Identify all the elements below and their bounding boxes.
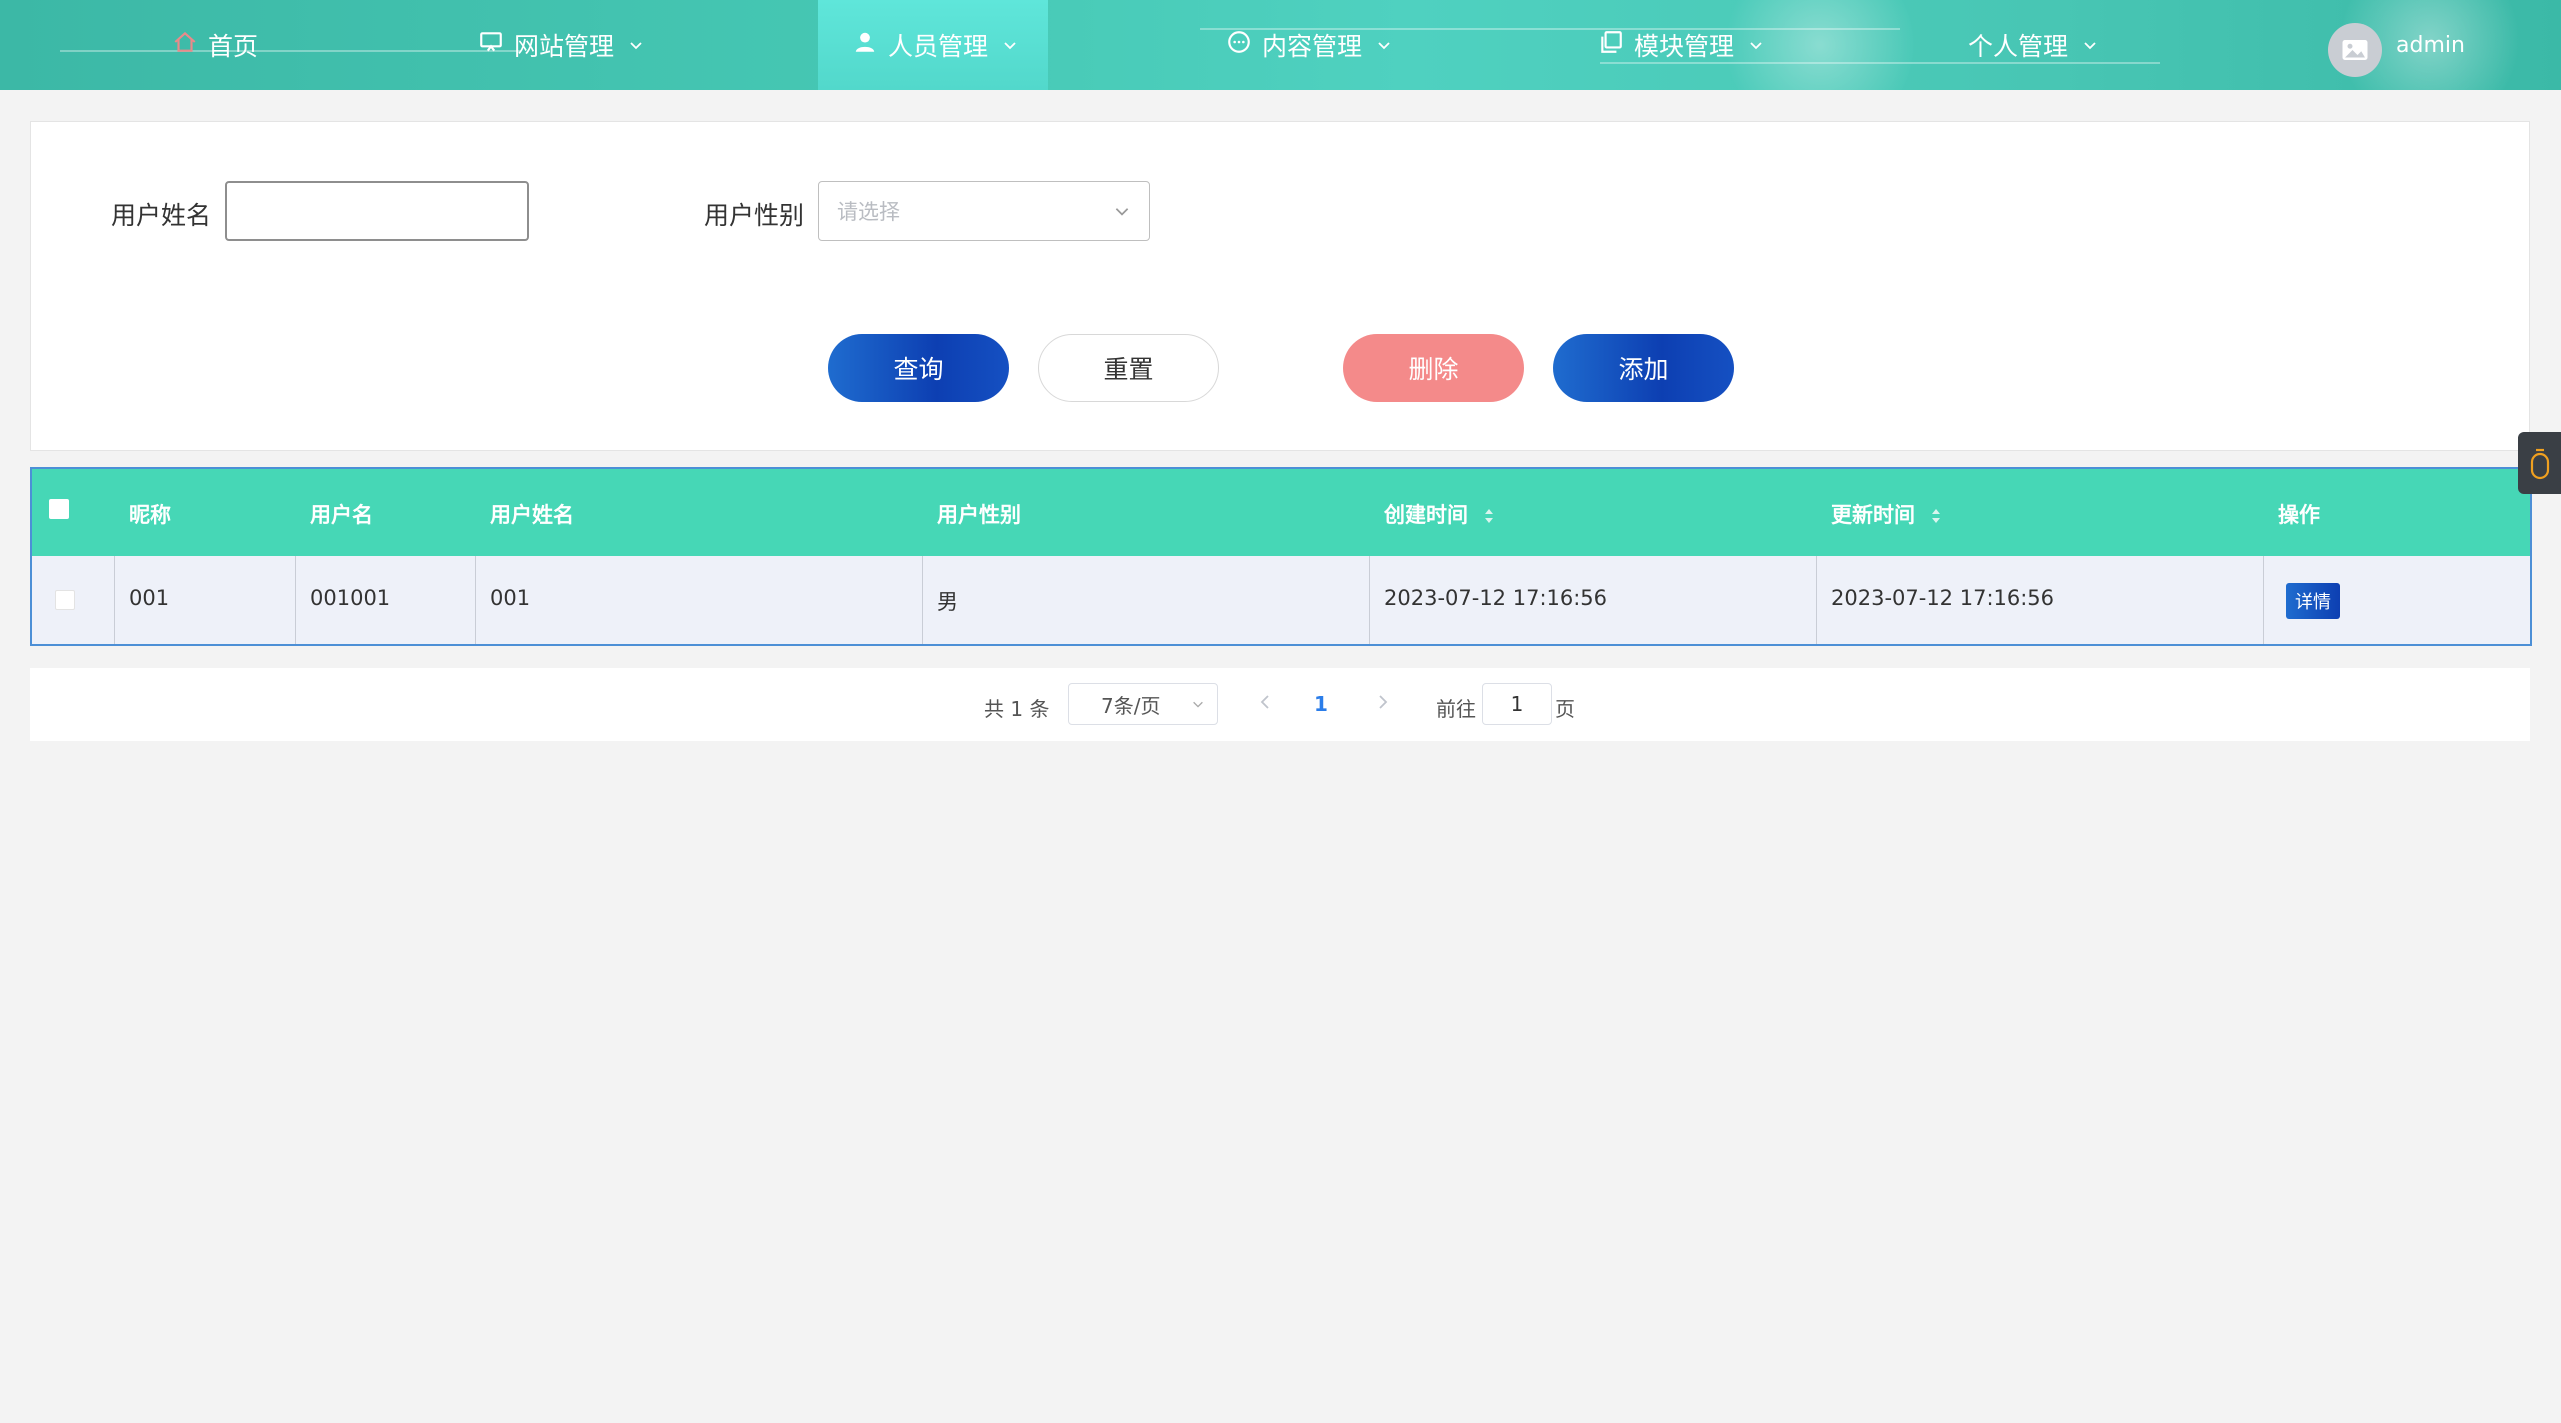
column-divider: [475, 556, 476, 644]
copy-icon: [1598, 29, 1624, 61]
column-divider: [1369, 556, 1370, 644]
image-icon: [2342, 40, 2368, 60]
nav-item-site-management[interactable]: 网站管理: [478, 0, 644, 90]
sort-icon[interactable]: [1930, 507, 1942, 525]
column-header-updated[interactable]: 更新时间: [1831, 499, 1942, 529]
table-header: 昵称 用户名 用户姓名 用户性别 创建时间 更新时间 操作: [32, 469, 2530, 556]
chevron-down-icon: [2084, 42, 2096, 50]
reset-button[interactable]: 重置: [1038, 334, 1219, 402]
top-nav-bar: 首页 网站管理 人员管理 内容管理 模块管理 个人管理 admin: [0, 0, 2561, 90]
nav-item-content-management[interactable]: 内容管理: [1226, 0, 1392, 90]
goto-label: 前往: [1436, 697, 1476, 721]
cell-gender: 男: [937, 590, 958, 614]
delete-button[interactable]: 删除: [1343, 334, 1524, 402]
nav-item-label: 人员管理: [888, 32, 989, 61]
column-divider: [2263, 556, 2264, 644]
search-panel: [30, 121, 2530, 451]
gender-label: 用户性别: [704, 201, 805, 230]
goto-page-input[interactable]: 1: [1482, 683, 1552, 725]
nav-item-home[interactable]: 首页: [172, 0, 258, 90]
chevron-down-icon: [630, 42, 642, 50]
column-divider: [114, 556, 115, 644]
table-row: 001 001001 001 男 2023-07-12 17:16:56 202…: [32, 556, 2530, 644]
column-header-username: 用户名: [310, 503, 373, 527]
gender-select[interactable]: 请选择: [818, 181, 1150, 241]
column-divider: [1816, 556, 1817, 644]
select-all-checkbox[interactable]: [49, 499, 69, 519]
column-header-realname: 用户姓名: [490, 503, 574, 527]
column-header-gender: 用户性别: [937, 503, 1021, 527]
sort-icon[interactable]: [1483, 507, 1495, 525]
name-input[interactable]: [225, 181, 529, 241]
nav-item-label: 个人管理: [1968, 32, 2069, 61]
mouse-icon: [2530, 448, 2549, 480]
name-label: 用户姓名: [111, 201, 212, 230]
prev-page-icon[interactable]: [1254, 690, 1278, 714]
gender-placeholder: 请选择: [837, 200, 900, 224]
chevron-down-icon: [1004, 42, 1016, 50]
page-size-value: 7条/页: [1101, 693, 1161, 718]
page-size-select[interactable]: 7条/页: [1068, 683, 1218, 725]
user-table: 昵称 用户名 用户姓名 用户性别 创建时间 更新时间 操作 001 001001…: [30, 467, 2532, 646]
column-header-actions: 操作: [2278, 503, 2320, 527]
chevron-down-icon: [1193, 701, 1203, 708]
next-page-icon[interactable]: [1370, 690, 1394, 714]
column-header-nickname: 昵称: [129, 503, 171, 527]
chevron-down-icon: [1750, 42, 1762, 50]
nav-item-people-management[interactable]: 人员管理: [852, 0, 1018, 90]
cell-nickname: 001: [129, 586, 170, 610]
nav-item-label: 首页: [208, 32, 259, 61]
nav-decoration: [60, 50, 520, 52]
nav-item-label: 网站管理: [514, 32, 615, 61]
chevron-down-icon: [1115, 208, 1129, 216]
nav-item-personal-management[interactable]: 个人管理: [1968, 0, 2098, 90]
query-button[interactable]: 查询: [828, 334, 1009, 402]
user-icon: [852, 29, 878, 61]
nav-item-module-management[interactable]: 模块管理: [1598, 0, 1764, 90]
column-divider: [295, 556, 296, 644]
chat-icon: [1226, 29, 1252, 61]
side-float-widget[interactable]: [2518, 432, 2561, 494]
column-divider: [922, 556, 923, 644]
chevron-down-icon: [1378, 42, 1390, 50]
nav-item-label: 模块管理: [1634, 32, 1735, 61]
cell-updated: 2023-07-12 17:16:56: [1831, 586, 2055, 610]
avatar[interactable]: [2328, 23, 2382, 77]
cell-realname: 001: [490, 586, 531, 610]
monitor-icon: [478, 29, 504, 61]
add-button[interactable]: 添加: [1553, 334, 1734, 402]
column-header-created[interactable]: 创建时间: [1384, 499, 1495, 529]
column-header-label: 创建时间: [1384, 503, 1468, 527]
pagination: 共 1 条 7条/页 1 前往 1 页: [30, 668, 2530, 741]
row-checkbox[interactable]: [55, 590, 75, 610]
column-header-label: 更新时间: [1831, 503, 1915, 527]
home-icon: [172, 29, 198, 61]
detail-button[interactable]: 详情: [2286, 583, 2340, 619]
page-number-current[interactable]: 1: [1314, 692, 1328, 716]
total-count: 共 1 条: [984, 697, 1050, 721]
cell-created: 2023-07-12 17:16:56: [1384, 586, 1608, 610]
cell-username: 001001: [310, 586, 391, 610]
page-suffix: 页: [1555, 697, 1575, 721]
nav-item-label: 内容管理: [1262, 32, 1363, 61]
user-name[interactable]: admin: [2396, 33, 2465, 58]
